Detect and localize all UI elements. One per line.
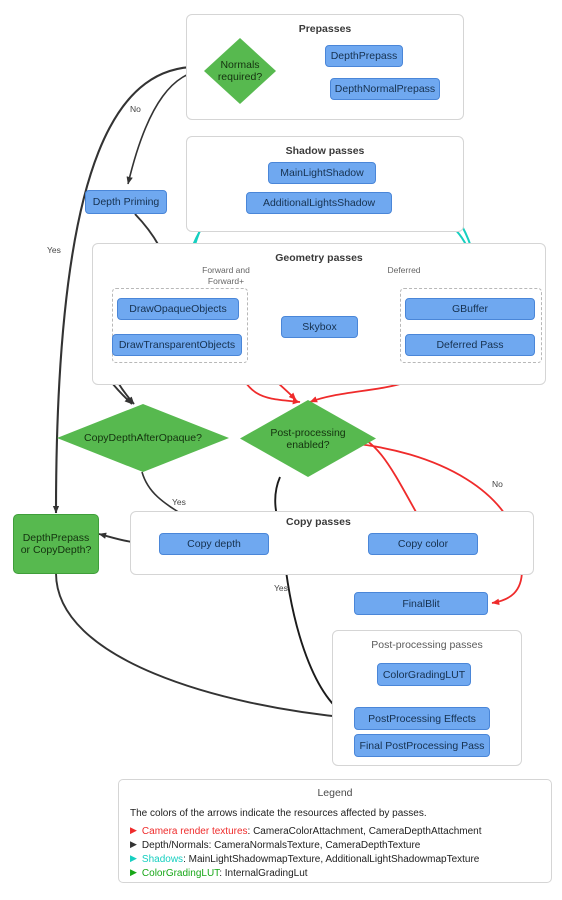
legend-title: Legend: [317, 787, 353, 799]
node-final-blit[interactable]: FinalBlit: [354, 592, 488, 615]
legend-value: : CameraNormalsTexture, CameraDepthTextu…: [208, 840, 421, 851]
legend-value: : InternalGradingLut: [219, 868, 308, 879]
node-deferred-pass[interactable]: Deferred Pass: [405, 334, 535, 356]
legend-marker-icon: ▶: [130, 839, 137, 849]
panel-shadow-passes: Shadow passes: [186, 136, 464, 232]
node-copy-depth[interactable]: Copy depth: [159, 533, 269, 555]
node-copy-color[interactable]: Copy color: [368, 533, 478, 555]
legend-value: : MainLightShadowmapTexture, AdditionalL…: [183, 854, 480, 865]
decision-post-processing-enabled-label: Post-processing enabled?: [240, 400, 376, 477]
label-line-1: Normals: [220, 59, 260, 71]
edge-label-no-postprocess: No: [492, 479, 503, 489]
panel-prepasses-title: Prepasses: [298, 23, 352, 35]
legend-row-depth-normals: ▶ Depth/Normals: CameraNormalsTexture, Ca…: [130, 839, 420, 851]
decision-normals-required-label: Normals required?: [204, 38, 276, 104]
legend-key: Depth/Normals: [141, 840, 209, 851]
diagram-canvas: Prepasses DepthPrepass DepthNormalPrepas…: [0, 0, 562, 900]
legend-row-colorgradinglut: ▶ ColorGradingLUT: InternalGradingLut: [130, 867, 308, 879]
decision-copy-depth-after-opaque-label: CopyDepthAfterOpaque?: [84, 432, 202, 444]
node-draw-opaque-objects[interactable]: DrawOpaqueObjects: [117, 298, 239, 320]
group-label-forward-line1: Forward and: [202, 265, 250, 275]
label-line-1: DepthPrepass: [22, 532, 90, 544]
node-draw-transparent-objects[interactable]: DrawTransparentObjects: [112, 334, 242, 356]
edge-label-yes-postprocess: Yes: [274, 583, 288, 593]
node-main-light-shadow[interactable]: MainLightShadow: [268, 162, 376, 184]
node-final-postprocessing-pass[interactable]: Final PostProcessing Pass: [354, 734, 490, 757]
label-line-2: enabled?: [286, 438, 330, 451]
label-line-2: required?: [217, 71, 263, 83]
legend-key: Camera render textures: [141, 826, 248, 837]
panel-shadow-passes-title: Shadow passes: [285, 145, 365, 157]
legend-intro: The colors of the arrows indicate the re…: [130, 808, 427, 819]
panel-postprocessing-passes-title: Post-processing passes: [371, 639, 483, 651]
decision-copy-depth-after-opaque[interactable]: CopyDepthAfterOpaque?: [57, 404, 229, 472]
node-color-grading-lut[interactable]: ColorGradingLUT: [377, 663, 471, 686]
group-label-deferred: Deferred: [387, 265, 421, 275]
node-additional-lights-shadow[interactable]: AdditionalLightsShadow: [246, 192, 392, 214]
decision-post-processing-enabled[interactable]: Post-processing enabled?: [240, 400, 376, 477]
node-depth-normal-prepass[interactable]: DepthNormalPrepass: [330, 78, 440, 100]
node-skybox[interactable]: Skybox: [281, 316, 358, 338]
node-depth-prepass[interactable]: DepthPrepass: [325, 45, 403, 67]
group-label-forward-line2: Forward+: [207, 276, 245, 286]
edge-label-yes-prepass: Yes: [47, 245, 61, 255]
node-depth-prepass-or-copydepth[interactable]: DepthPrepass or CopyDepth?: [13, 514, 99, 574]
legend-marker-icon: ▶: [130, 825, 137, 835]
legend: Legend The colors of the arrows indicate…: [118, 779, 552, 883]
legend-value: : CameraColorAttachment, CameraDepthAtta…: [247, 826, 482, 837]
group-label-forward: Forward and Forward+: [176, 265, 276, 287]
legend-marker-icon: ▶: [130, 853, 137, 863]
node-depth-priming[interactable]: Depth Priming: [85, 190, 167, 214]
legend-marker-icon: ▶: [130, 867, 137, 877]
legend-row-shadows: ▶ Shadows: MainLightShadowmapTexture, Add…: [130, 853, 479, 865]
panel-copy-passes-title: Copy passes: [283, 516, 354, 528]
legend-row-camera-textures: ▶ Camera render textures: CameraColorAtta…: [130, 825, 482, 837]
node-gbuffer[interactable]: GBuffer: [405, 298, 535, 320]
decision-normals-required[interactable]: Normals required?: [204, 38, 276, 104]
label-line-1: Post-processing: [270, 426, 346, 439]
legend-key: Shadows: [141, 854, 184, 865]
edge-label-yes-copydepth: Yes: [172, 497, 186, 507]
label-line-2: or CopyDepth?: [20, 544, 92, 556]
node-postprocessing-effects[interactable]: PostProcessing Effects: [354, 707, 490, 730]
legend-key: ColorGradingLUT: [141, 868, 220, 879]
panel-geometry-passes-title: Geometry passes: [275, 252, 363, 264]
edge-label-no-prepass: No: [130, 104, 141, 114]
